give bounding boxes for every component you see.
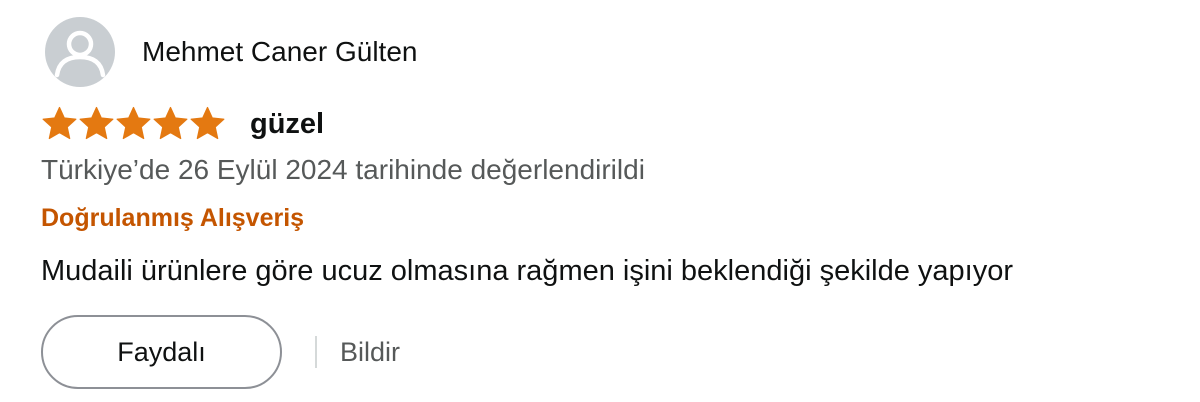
customer-review: Mehmet Caner Gülten güzel Türkiye’de 26 … bbox=[0, 0, 1200, 402]
actions-divider bbox=[315, 336, 317, 368]
review-date: Türkiye’de 26 Eylül 2024 tarihinde değer… bbox=[41, 154, 645, 185]
review-title[interactable]: güzel bbox=[250, 108, 324, 141]
helpful-button-label: Faydalı bbox=[117, 336, 206, 367]
star-icon bbox=[42, 106, 77, 140]
star-icon bbox=[153, 106, 188, 140]
reviewer-profile[interactable]: Mehmet Caner Gülten bbox=[45, 17, 417, 87]
review-body: Mudaili ürünlere göre ucuz olmasına rağm… bbox=[41, 255, 1014, 287]
star-icon bbox=[79, 106, 114, 140]
report-link[interactable]: Bildir bbox=[340, 337, 400, 368]
review-actions: Faydalı Bildir bbox=[41, 315, 400, 389]
star-icon bbox=[190, 106, 225, 140]
review-title-row: güzel bbox=[41, 104, 324, 144]
default-user-icon bbox=[45, 17, 115, 87]
star-rating[interactable] bbox=[41, 104, 226, 144]
helpful-button[interactable]: Faydalı bbox=[41, 315, 282, 389]
verified-purchase-badge: Doğrulanmış Alışveriş bbox=[41, 204, 305, 232]
reviewer-name: Mehmet Caner Gülten bbox=[142, 36, 418, 67]
star-icon bbox=[116, 106, 151, 140]
